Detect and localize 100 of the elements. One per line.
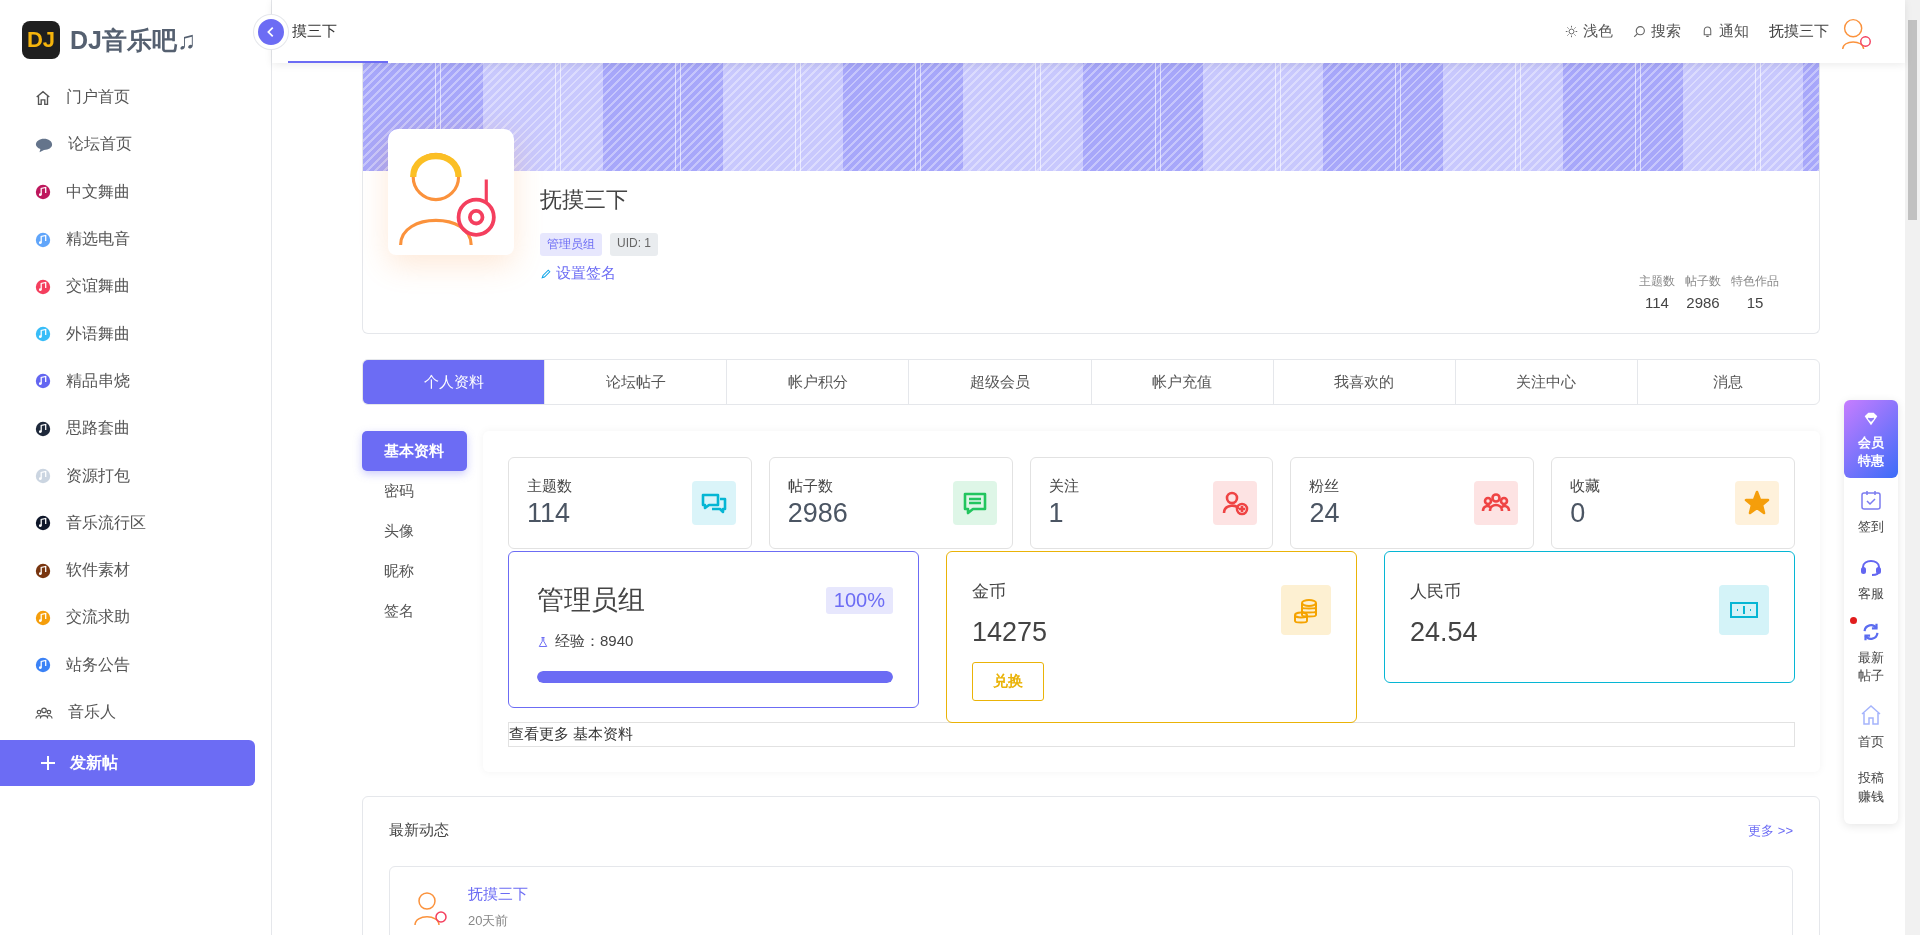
stat-value: 2986: [787, 498, 848, 529]
sidebar-item[interactable]: 音乐流行区: [0, 499, 271, 547]
profile-tab[interactable]: 消息: [1636, 360, 1819, 404]
new-post-button[interactable]: 发新帖: [0, 740, 255, 787]
banknote-icon: [1719, 585, 1769, 635]
sidebar-item[interactable]: 站务公告: [0, 641, 271, 689]
profile-tab[interactable]: 帐户充值: [1090, 360, 1273, 404]
activity-user-link[interactable]: 抚摸三下: [468, 885, 528, 904]
profile-tab[interactable]: 超级会员: [908, 360, 1091, 404]
category-icon: [34, 608, 52, 627]
category-icon: [34, 561, 52, 580]
float-bar-item[interactable]: 投稿赚钱: [1844, 759, 1898, 814]
stat-value: 1: [1048, 498, 1065, 529]
stat-value: 0: [1570, 498, 1587, 529]
header-action[interactable]: 通知: [1701, 22, 1749, 41]
category-icon: [34, 656, 52, 675]
experience-text: 经验：8940: [555, 632, 634, 651]
float-bar-item[interactable]: 首页: [1844, 693, 1898, 760]
float-bar-item[interactable]: 签到: [1844, 478, 1898, 545]
sidebar-item[interactable]: 资源打包: [0, 452, 271, 500]
home-icon: [1859, 703, 1883, 728]
float-bar-item[interactable]: 客服: [1844, 544, 1898, 611]
chat-icon: [691, 481, 736, 525]
category-icon: [34, 230, 52, 249]
profile-tab[interactable]: 关注中心: [1454, 360, 1637, 404]
category-icon: [34, 419, 52, 438]
plus-icon: [40, 755, 56, 772]
activity-time: 20天前: [468, 912, 510, 930]
stat-label: 粉丝: [1309, 477, 1340, 496]
stat-label: 主题数: [527, 477, 572, 496]
percent-badge: 100%: [825, 586, 893, 614]
bell-icon: [1701, 25, 1714, 38]
category-icon: [34, 467, 52, 485]
sidebar-item[interactable]: 音乐人: [0, 688, 271, 737]
profile-tab[interactable]: 论坛帖子: [544, 360, 727, 404]
rmb-value: 24.54: [1410, 617, 1478, 648]
profile-tab[interactable]: 帐户积分: [726, 360, 909, 404]
sidebar-item[interactable]: 软件素材: [0, 546, 271, 595]
sidebar-item[interactable]: 交流求助: [0, 594, 271, 642]
sidebar-item[interactable]: 精品串烧: [0, 357, 271, 406]
sidebar-item[interactable]: 外语舞曲: [0, 310, 271, 358]
sidebar-item[interactable]: 门户首页: [0, 74, 271, 122]
float-bar-item[interactable]: 最新帖子: [1844, 610, 1898, 694]
category-icon: [34, 372, 52, 391]
stat-label: 帖子数: [1685, 273, 1721, 290]
category-icon: [34, 325, 52, 344]
message-icon: [952, 481, 997, 525]
subnav-item[interactable]: 密码: [362, 471, 467, 511]
search-icon: [1633, 25, 1646, 38]
subnav-item[interactable]: 头像: [362, 511, 467, 551]
stat-value: 15: [1746, 294, 1764, 311]
header-action[interactable]: 搜索: [1633, 22, 1681, 41]
category-icon: [34, 514, 52, 533]
stat-label: 关注: [1048, 477, 1079, 496]
coin-label: 金币: [972, 581, 1006, 603]
header-action[interactable]: 浅色: [1565, 22, 1613, 41]
calendar-icon: [1859, 488, 1883, 513]
page-tab[interactable]: 摸三下: [288, 0, 388, 63]
rmb-label: 人民币: [1410, 581, 1461, 603]
profile-tag: UID: 1: [610, 233, 658, 256]
logo-badge: DJ: [22, 21, 60, 59]
subnav-item[interactable]: 昵称: [362, 551, 467, 591]
profile-tab[interactable]: 我喜欢的: [1272, 360, 1455, 404]
section-title: 最新动态: [389, 821, 449, 840]
stat-value: 24: [1309, 498, 1340, 529]
username-link[interactable]: 抚摸三下: [1769, 22, 1829, 41]
scrollbar[interactable]: [1905, 0, 1920, 935]
category-icon: [34, 277, 52, 296]
profile-name: 抚摸三下: [540, 186, 629, 214]
subnav-item[interactable]: 签名: [362, 591, 467, 631]
coins-icon: [1281, 585, 1331, 635]
stat-label: 主题数: [1639, 273, 1675, 290]
sidebar-item[interactable]: 思路套曲: [0, 405, 271, 453]
profile-tag: 管理员组: [540, 233, 602, 256]
sun-icon: [1565, 25, 1578, 38]
sidebar-item[interactable]: 交谊舞曲: [0, 263, 271, 311]
site-logo-text[interactable]: DJ音乐吧♫: [70, 23, 196, 57]
coin-value: 14275: [972, 617, 1048, 648]
sidebar-item[interactable]: 论坛首页: [0, 121, 271, 169]
more-link[interactable]: 更多 >>: [1748, 821, 1793, 840]
collapse-button[interactable]: [254, 14, 288, 49]
view-more-link[interactable]: 查看更多 基本资料: [508, 722, 1795, 747]
sidebar-item[interactable]: 精选电音: [0, 215, 271, 264]
flask-icon: [537, 635, 549, 648]
stat-value: 2986: [1686, 294, 1720, 311]
stat-label: 帖子数: [787, 477, 834, 496]
set-signature-link[interactable]: 设置签名: [540, 264, 1639, 283]
sidebar-item[interactable]: 中文舞曲: [0, 168, 271, 216]
add-user-icon: [1213, 481, 1258, 525]
subnav-item[interactable]: 基本资料: [362, 431, 467, 471]
pencil-icon: [540, 267, 552, 280]
vip-button[interactable]: 会员特惠: [1844, 400, 1898, 479]
category-icon: [34, 183, 52, 202]
stat-value: 114: [527, 498, 572, 529]
stat-label: 收藏: [1570, 477, 1601, 496]
group-title: 管理员组: [537, 584, 645, 617]
group-icon: [1474, 481, 1519, 525]
home-icon: [34, 88, 52, 107]
stat-label: 特色作品: [1731, 273, 1779, 290]
profile-tab[interactable]: 个人资料: [363, 360, 545, 404]
